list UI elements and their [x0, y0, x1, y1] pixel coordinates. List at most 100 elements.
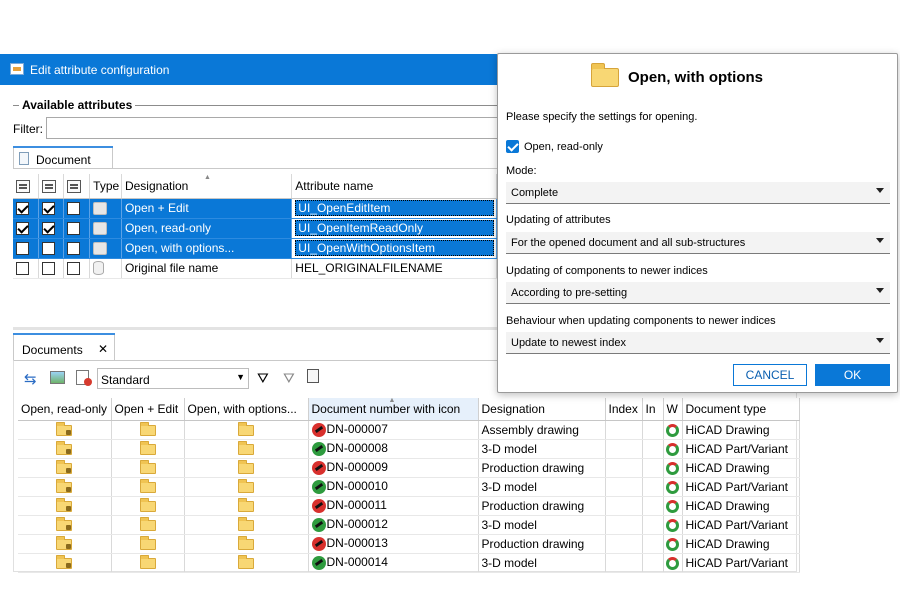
visible-checkbox[interactable]	[16, 222, 29, 236]
searchable-checkbox[interactable]	[41, 242, 55, 256]
open-edit-cell[interactable]	[111, 553, 185, 573]
attribute-name-cell: HEL_ORIGINALFILENAME	[291, 258, 497, 279]
visible-cell	[13, 238, 39, 259]
searchable-cell	[38, 258, 64, 279]
column-header[interactable]: Designation	[478, 398, 606, 421]
refresh-icon[interactable]: ⇆	[24, 370, 37, 388]
print-list-icon	[66, 179, 81, 193]
ok-button[interactable]: OK	[815, 364, 890, 386]
attribute-name-text: UI_OpenEditItem	[295, 200, 494, 216]
close-icon[interactable]: ✕	[98, 342, 108, 356]
table-row[interactable]: DN-000007 Assembly drawing HiCAD Drawing	[18, 420, 800, 440]
searchable-checkbox[interactable]	[41, 202, 55, 216]
printable-checkbox[interactable]	[66, 202, 80, 216]
section-divider	[13, 105, 19, 106]
open-options-cell[interactable]	[184, 477, 309, 497]
filter-label: Filter:	[13, 122, 43, 136]
table-row[interactable]: DN-000012 3-D model HiCAD Part/Variant	[18, 515, 800, 535]
cancel-button[interactable]: CANCEL	[733, 364, 807, 386]
open-options-cell[interactable]	[184, 534, 309, 554]
clear-filter-icon[interactable]: ⛛	[283, 370, 295, 387]
table-row[interactable]: Open + Edit UI_OpenEditItem	[13, 198, 497, 219]
column-header-printable[interactable]	[63, 174, 91, 199]
component-update-select[interactable]: According to pre-setting	[506, 282, 890, 304]
open-readonly-cell[interactable]	[18, 553, 112, 573]
open-edit-cell[interactable]	[111, 458, 185, 478]
open-options-cell[interactable]	[184, 496, 309, 516]
open-readonly-cell[interactable]	[18, 420, 112, 440]
visible-checkbox[interactable]	[16, 262, 29, 276]
filter-icon[interactable]: ⛛	[257, 370, 269, 387]
paste-icon[interactable]	[307, 369, 319, 383]
open-edit-cell[interactable]	[111, 477, 185, 497]
table-row[interactable]: Original file name HEL_ORIGINALFILENAME	[13, 258, 497, 279]
view-select[interactable]: Standard ▼	[97, 368, 249, 389]
column-header[interactable]: Open, with options...	[184, 398, 309, 421]
open-options-cell[interactable]	[184, 515, 309, 535]
open-readonly-cell[interactable]	[18, 458, 112, 478]
open-readonly-cell[interactable]	[18, 477, 112, 497]
open-edit-cell[interactable]	[111, 515, 185, 535]
tab-documents[interactable]: Documents ✕	[13, 333, 115, 360]
table-row[interactable]: DN-000014 3-D model HiCAD Part/Variant	[18, 553, 800, 573]
open-options-cell[interactable]	[184, 439, 309, 459]
column-header[interactable]: In	[642, 398, 664, 421]
window-title-bar[interactable]: Edit attribute configuration	[0, 54, 497, 85]
update-behaviour-select[interactable]: Update to newest index	[506, 332, 890, 354]
table-row[interactable]: DN-000013 Production drawing HiCAD Drawing	[18, 534, 800, 554]
visible-checkbox[interactable]	[16, 242, 29, 256]
column-header-attribute-name[interactable]: Attribute name	[291, 174, 497, 199]
document-number-cell: DN-000007	[308, 420, 479, 440]
open-edit-cell[interactable]	[111, 496, 185, 516]
attribute-update-select[interactable]: For the opened document and all sub-stru…	[506, 232, 890, 254]
column-header-type[interactable]: Type	[89, 174, 122, 199]
open-edit-cell[interactable]	[111, 420, 185, 440]
column-header[interactable]: Document number with icon ▲	[308, 398, 479, 421]
readonly-checkbox[interactable]	[506, 140, 519, 153]
table-row[interactable]: Open, read-only UI_OpenItemReadOnly	[13, 218, 497, 239]
delete-document-icon[interactable]	[76, 370, 92, 386]
open-readonly-cell[interactable]	[18, 515, 112, 535]
designation-cell: Original file name	[121, 258, 293, 279]
searchable-checkbox[interactable]	[41, 262, 55, 276]
open-edit-cell[interactable]	[111, 534, 185, 554]
open-options-cell[interactable]	[184, 458, 309, 478]
cube-icon	[93, 202, 108, 216]
chevron-down-icon	[876, 338, 884, 343]
printable-checkbox[interactable]	[66, 222, 80, 236]
open-readonly-cell[interactable]	[18, 439, 112, 459]
column-header[interactable]: Index	[605, 398, 643, 421]
table-row[interactable]: DN-000009 Production drawing HiCAD Drawing	[18, 458, 800, 478]
column-header-designation[interactable]: Designation ▲	[121, 174, 293, 199]
image-preview-icon[interactable]	[50, 371, 65, 384]
attribute-name-cell: UI_OpenEditItem	[291, 198, 497, 219]
table-row[interactable]: Open, with options... UI_OpenWithOptionsI…	[13, 238, 497, 259]
open-options-cell[interactable]	[184, 553, 309, 573]
printable-checkbox[interactable]	[66, 242, 80, 256]
open-readonly-cell[interactable]	[18, 534, 112, 554]
mode-select[interactable]: Complete	[506, 182, 890, 204]
column-header[interactable]: Document type	[682, 398, 800, 421]
filter-input[interactable]	[46, 117, 497, 139]
column-header-visible[interactable]	[13, 174, 39, 199]
designation-cell: 3-D model	[478, 477, 606, 497]
readonly-checkbox-label[interactable]: Open, read-only	[524, 141, 603, 153]
tab-document[interactable]: Document	[13, 147, 113, 169]
workflow-icon	[666, 423, 679, 437]
column-header-searchable[interactable]	[38, 174, 64, 199]
column-header[interactable]: Open + Edit	[111, 398, 185, 421]
table-row[interactable]: DN-000008 3-D model HiCAD Part/Variant	[18, 439, 800, 459]
open-options-cell[interactable]	[184, 420, 309, 440]
designation-cell: Open, read-only	[121, 218, 293, 239]
visible-checkbox[interactable]	[16, 202, 29, 216]
database-icon	[93, 261, 105, 276]
column-header[interactable]: W	[663, 398, 683, 421]
column-header[interactable]: Open, read-only	[18, 398, 112, 421]
printable-checkbox[interactable]	[66, 262, 80, 276]
open-readonly-cell[interactable]	[18, 496, 112, 516]
open-edit-cell[interactable]	[111, 439, 185, 459]
table-row[interactable]: DN-000011 Production drawing HiCAD Drawing	[18, 496, 800, 516]
searchable-checkbox[interactable]	[41, 222, 55, 236]
table-row[interactable]: DN-000010 3-D model HiCAD Part/Variant	[18, 477, 800, 497]
printable-cell	[63, 238, 91, 259]
